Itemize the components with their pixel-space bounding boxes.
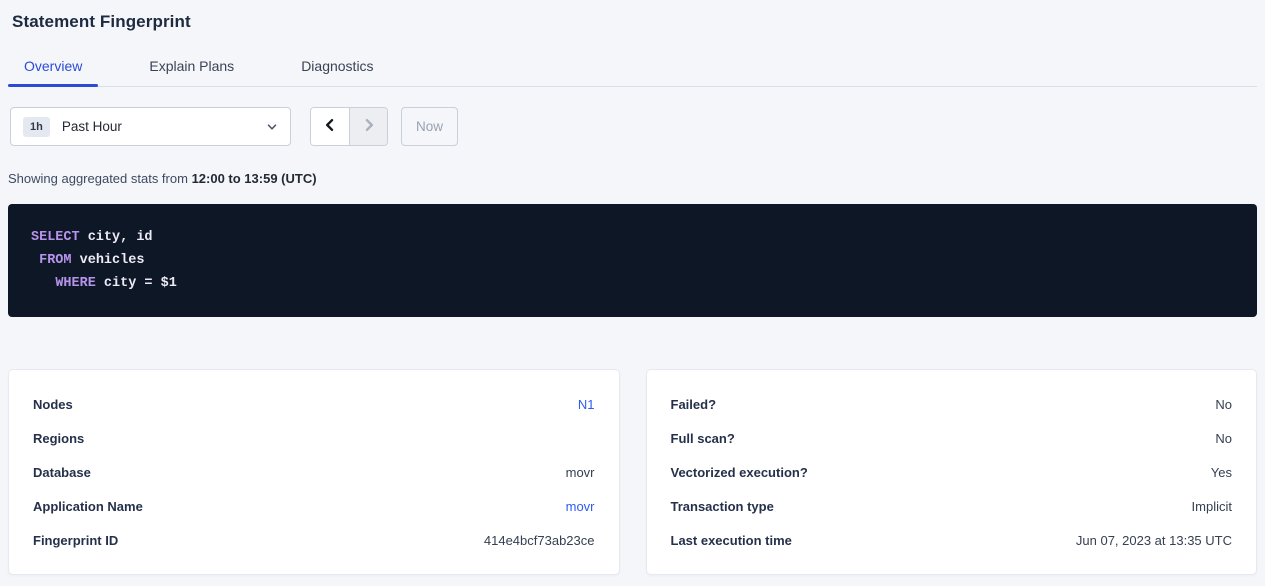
sql-text <box>31 276 55 291</box>
stats-summary-prefix: Showing aggregated stats from <box>8 171 188 186</box>
detail-row: Full scan? No <box>671 421 1233 455</box>
detail-value: No <box>1215 397 1232 412</box>
detail-row: Last execution time Jun 07, 2023 at 13:35… <box>671 523 1233 557</box>
sql-line: FROM vehicles <box>31 249 1237 272</box>
detail-label: Regions <box>33 431 84 446</box>
detail-row: Application Name movr <box>33 489 595 523</box>
tab-bar: Overview Explain Plans Diagnostics <box>8 54 1257 87</box>
page-title: Statement Fingerprint <box>12 12 1257 32</box>
detail-row: Vectorized execution? Yes <box>671 455 1233 489</box>
detail-label: Vectorized execution? <box>671 465 808 480</box>
tab-label: Diagnostics <box>301 58 373 74</box>
detail-value-link[interactable]: N1 <box>578 397 595 412</box>
detail-value: No <box>1215 431 1232 446</box>
sql-line: SELECT city, id <box>31 226 1237 249</box>
statement-fingerprint-page: Statement Fingerprint Overview Explain Pl… <box>0 12 1265 586</box>
execution-attributes-card: Failed? No Full scan? No Vectorized executio… <box>646 369 1258 575</box>
detail-value: Yes <box>1211 465 1232 480</box>
next-time-interval-button[interactable] <box>349 108 387 145</box>
statement-details-card: NodesN1RegionsDatabasemovrApplication Na… <box>8 369 620 575</box>
tab-diagnostics[interactable]: Diagnostics <box>285 54 389 86</box>
detail-row: Transaction type Implicit <box>671 489 1233 523</box>
detail-value: Jun 07, 2023 at 13:35 UTC <box>1076 533 1232 548</box>
details-cards-row: NodesN1RegionsDatabasemovrApplication Na… <box>8 369 1257 575</box>
detail-row: Fingerprint ID 414e4bcf73ab23ce <box>33 523 595 557</box>
time-interval-label: Past Hour <box>62 119 122 134</box>
detail-label: Last execution time <box>671 533 792 548</box>
detail-label: Failed? <box>671 397 717 412</box>
detail-label: Transaction type <box>671 499 774 514</box>
sql-line: WHERE city = $1 <box>31 272 1237 295</box>
sql-text <box>31 253 39 268</box>
tab-explain-plans[interactable]: Explain Plans <box>133 54 250 86</box>
detail-label: Nodes <box>33 397 73 412</box>
stats-summary-range: 12:00 to 13:59 (UTC) <box>192 171 317 186</box>
time-step-button-group <box>310 107 388 146</box>
detail-row: Database movr <box>33 455 595 489</box>
detail-label: Application Name <box>33 499 143 514</box>
detail-label: Fingerprint ID <box>33 533 118 548</box>
tab-label: Overview <box>24 58 82 74</box>
chevron-right-icon <box>362 118 376 135</box>
previous-time-interval-button[interactable] <box>311 108 349 145</box>
tab-label: Explain Plans <box>149 58 234 74</box>
sql-statement-box: SELECT city, id FROM vehicles WHERE city… <box>8 204 1257 317</box>
detail-value: movr <box>566 465 595 480</box>
sql-keyword: WHERE <box>55 276 96 291</box>
detail-label: Database <box>33 465 91 480</box>
chevron-down-icon <box>266 121 278 133</box>
time-toolbar: 1h Past Hour Now <box>8 107 1257 146</box>
sql-keyword: FROM <box>39 253 71 268</box>
detail-row: Regions <box>33 421 595 455</box>
detail-value: 414e4bcf73ab23ce <box>484 533 595 548</box>
sql-text: city = $1 <box>96 276 177 291</box>
detail-row: Failed? No <box>671 387 1233 421</box>
chevron-left-icon <box>323 118 337 135</box>
now-button[interactable]: Now <box>401 107 458 146</box>
detail-value: Implicit <box>1192 499 1232 514</box>
sql-keyword: SELECT <box>31 230 80 245</box>
time-interval-badge: 1h <box>23 117 50 137</box>
tab-overview[interactable]: Overview <box>8 54 98 86</box>
detail-row: Nodes N1 <box>33 387 595 421</box>
sql-text: vehicles <box>72 253 145 268</box>
detail-label: Full scan? <box>671 431 735 446</box>
detail-value-link[interactable]: movr <box>566 499 595 514</box>
time-interval-dropdown[interactable]: 1h Past Hour <box>10 107 291 146</box>
sql-text: city, id <box>80 230 153 245</box>
aggregated-stats-summary: Showing aggregated stats from 12:00 to 1… <box>8 171 1257 186</box>
